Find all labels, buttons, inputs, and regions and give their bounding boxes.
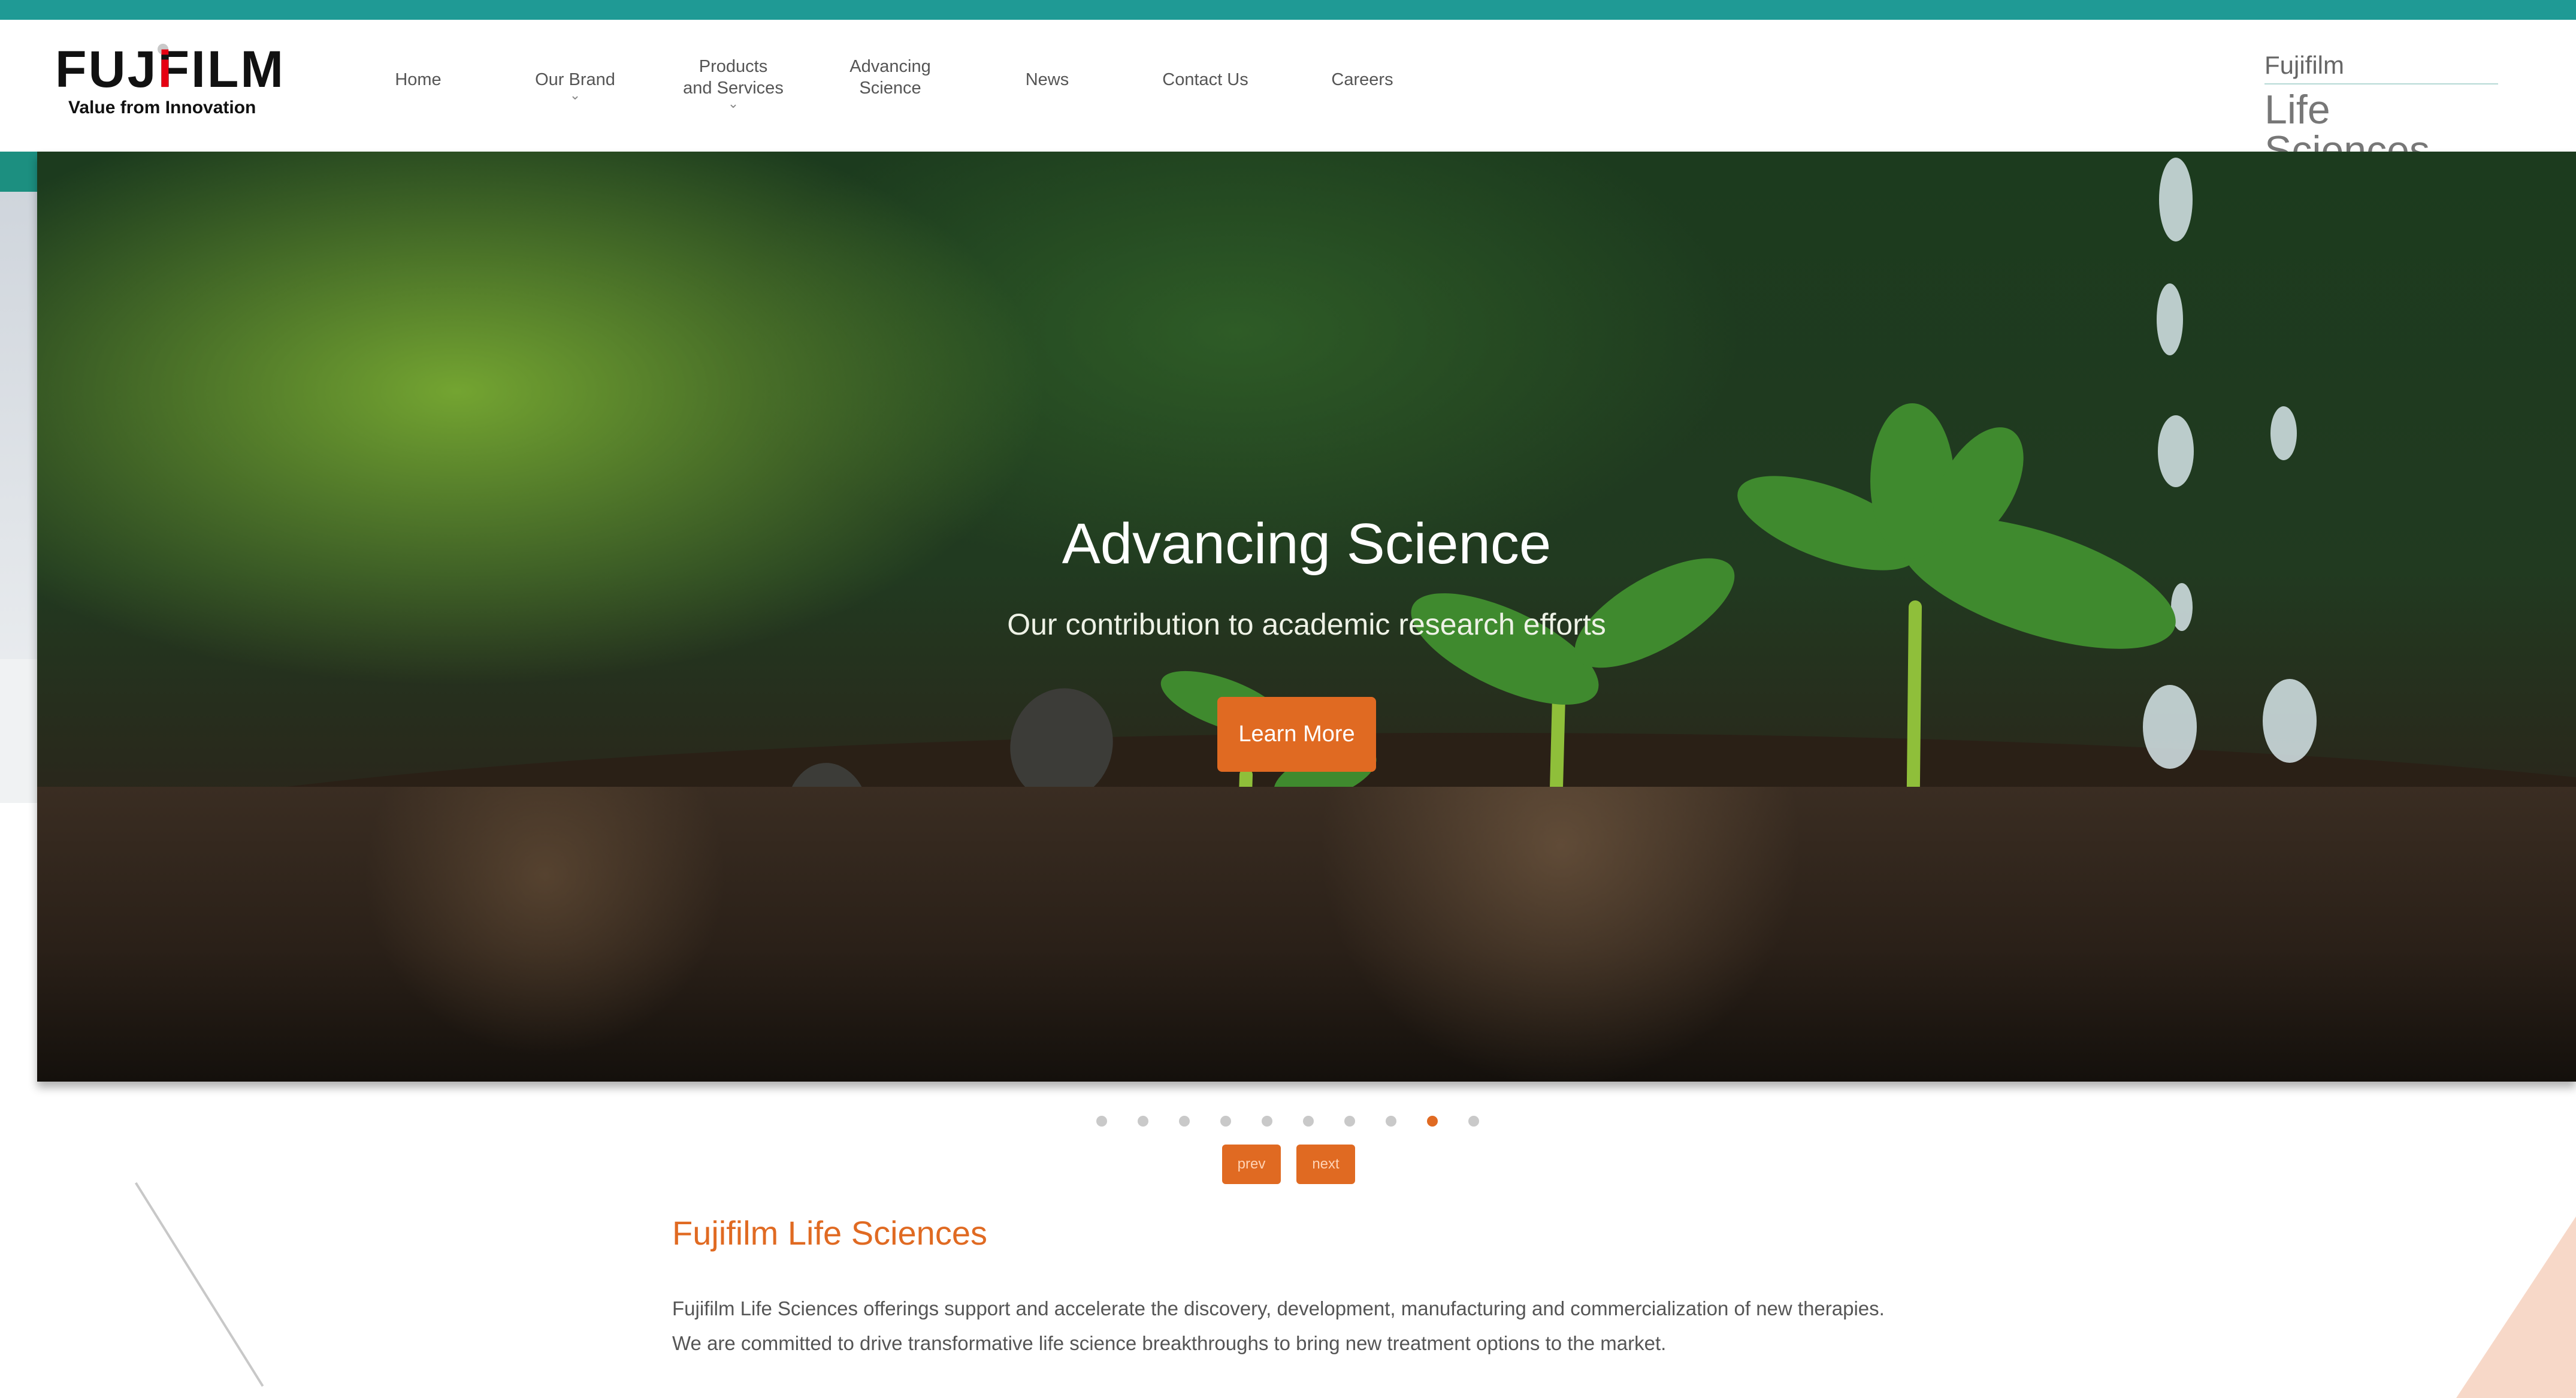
- nav-item-products-and-services[interactable]: Products and Services ⌄: [661, 56, 805, 111]
- left-edge-panel: [0, 192, 37, 659]
- hero-title: Advancing Science: [1062, 512, 1552, 576]
- hero-subtitle: Our contribution to academic research ef…: [1007, 608, 1606, 641]
- nav-item-news[interactable]: News: [975, 69, 1119, 90]
- logo-part-i: i: [158, 41, 174, 98]
- nav-label-line1: Advancing: [849, 57, 931, 76]
- life-sciences-logo-small: Fujifilm: [2264, 51, 2344, 79]
- carousel-dot[interactable]: [1179, 1116, 1190, 1127]
- nav-label: Home: [395, 70, 442, 89]
- chevron-down-icon: ⌄: [569, 87, 581, 102]
- logo-tagline: Value from Innovation: [68, 98, 256, 117]
- chevron-down-icon: ⌄: [727, 96, 739, 111]
- nav-label: Contact Us: [1162, 70, 1248, 89]
- nav-item-home[interactable]: Home: [346, 69, 490, 90]
- logo-wordmark: FUJ i FILM: [55, 44, 285, 95]
- water-drops: [2143, 158, 2317, 769]
- nav-item-contact-us[interactable]: Contact Us: [1133, 69, 1277, 90]
- logo-divider: [2264, 83, 2498, 84]
- learn-more-button[interactable]: Learn More: [1217, 697, 1376, 772]
- nav-item-advancing-science[interactable]: Advancing Science: [818, 56, 962, 99]
- carousel-dot[interactable]: [1468, 1116, 1479, 1127]
- site-header: FUJ i FILM Value from Innovation Home Our …: [0, 20, 2576, 171]
- carousel-dot-active[interactable]: [1427, 1116, 1438, 1127]
- left-edge-panel-light: [0, 659, 37, 803]
- nav-item-careers[interactable]: Careers: [1290, 69, 1434, 90]
- prev-button[interactable]: prev: [1222, 1145, 1281, 1184]
- top-accent-bar: [0, 0, 2576, 20]
- section-body: Fujifilm Life Sciences offerings support…: [672, 1297, 1885, 1354]
- logo-part-2: FILM: [158, 41, 286, 98]
- carousel-dot[interactable]: [1138, 1116, 1148, 1127]
- nav-label: Careers: [1331, 70, 1393, 89]
- logo-part-1: FUJ: [55, 41, 158, 98]
- fujifilm-logo[interactable]: FUJ i FILM Value from Innovation: [55, 44, 285, 118]
- carousel-dot[interactable]: [1096, 1116, 1107, 1127]
- decorative-corner: [2456, 1216, 2576, 1398]
- nav-label: Our Brand: [535, 70, 615, 89]
- nav-label: News: [1025, 70, 1069, 89]
- nav-label-line2: Science: [859, 78, 921, 98]
- hero-slide: Advancing Science Our contribution to ac…: [37, 152, 2576, 1082]
- next-button[interactable]: next: [1296, 1145, 1355, 1184]
- carousel-dot[interactable]: [1262, 1116, 1272, 1127]
- nav-label-line1: Products: [699, 57, 768, 76]
- nav-item-our-brand[interactable]: Our Brand ⌄: [503, 69, 647, 102]
- carousel-dot[interactable]: [1386, 1116, 1396, 1127]
- soil-ground: [37, 787, 2576, 1082]
- decorative-line: [135, 1182, 264, 1387]
- carousel-dot[interactable]: [1303, 1116, 1314, 1127]
- section-title: Fujifilm Life Sciences: [672, 1214, 987, 1252]
- carousel-dot[interactable]: [1220, 1116, 1231, 1127]
- carousel-dot[interactable]: [1344, 1116, 1355, 1127]
